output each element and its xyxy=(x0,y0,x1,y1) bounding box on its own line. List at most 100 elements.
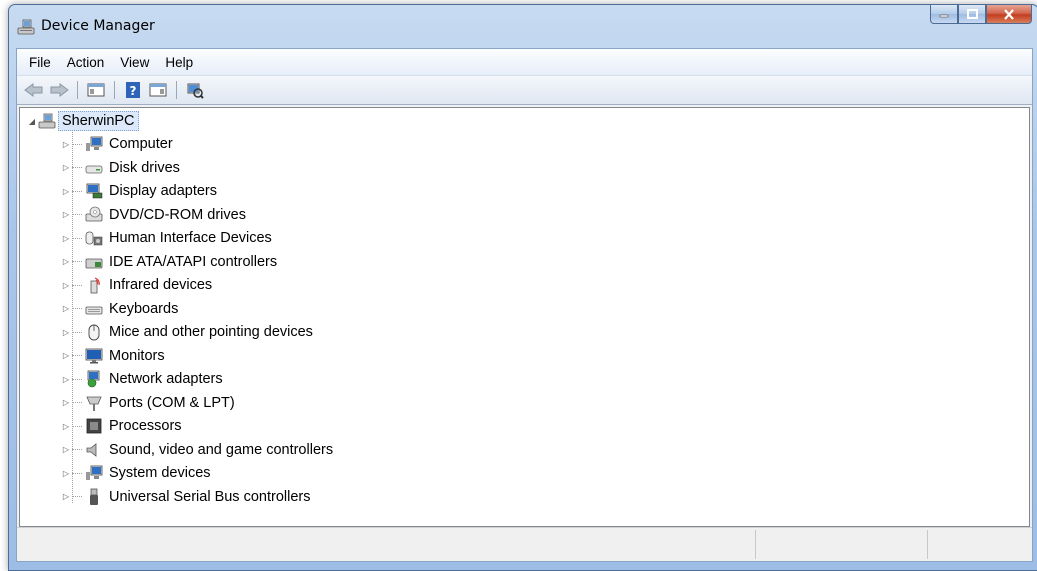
tree-item[interactable]: ▷ DVD/CD-ROM drives xyxy=(60,204,246,226)
back-button[interactable] xyxy=(23,79,45,101)
sound-icon xyxy=(86,442,97,457)
tree-item-label[interactable]: Processors xyxy=(109,418,182,434)
expand-arrow-icon[interactable]: ▷ xyxy=(60,326,72,338)
tree-connector xyxy=(72,355,82,356)
expand-arrow-icon[interactable]: ▷ xyxy=(60,232,72,244)
system-devices-icon xyxy=(86,465,103,480)
help-button[interactable]: ? xyxy=(122,79,144,101)
client-area: File Action View Help ? ◢ SherwinPC ▷ Co… xyxy=(16,48,1033,562)
status-pane xyxy=(755,530,756,559)
expand-arrow-icon[interactable]: ▷ xyxy=(60,162,72,174)
tree-item[interactable]: ▷ Human Interface Devices xyxy=(60,227,272,249)
tree-item-label[interactable]: Monitors xyxy=(109,348,165,364)
tree-item-label[interactable]: Universal Serial Bus controllers xyxy=(109,489,310,505)
tree-item-label[interactable]: Sound, video and game controllers xyxy=(109,442,333,458)
expand-arrow-icon[interactable]: ▷ xyxy=(60,467,72,479)
tree-item[interactable]: ▷ Computer xyxy=(60,133,173,155)
tree-item-label[interactable]: DVD/CD-ROM drives xyxy=(109,207,246,223)
tree-item-label[interactable]: System devices xyxy=(109,465,211,481)
tree-connector xyxy=(72,308,82,309)
dvd-drive-icon xyxy=(85,206,103,221)
tree-item[interactable]: ▷ Infrared devices xyxy=(60,274,212,296)
tree-item-label[interactable]: Keyboards xyxy=(109,301,178,317)
show-hide-console-tree-button[interactable] xyxy=(85,79,107,101)
tree-item-label[interactable]: Human Interface Devices xyxy=(109,230,272,246)
tree-item-label[interactable]: Mice and other pointing devices xyxy=(109,324,313,340)
tree-root-label[interactable]: SherwinPC xyxy=(58,111,139,131)
collapse-arrow-icon[interactable]: ◢ xyxy=(26,115,38,127)
caption-buttons xyxy=(930,5,1032,27)
expand-arrow-icon[interactable]: ▷ xyxy=(60,420,72,432)
tree-item-label[interactable]: Disk drives xyxy=(109,160,180,176)
tree-item-label[interactable]: IDE ATA/ATAPI controllers xyxy=(109,254,277,270)
title-bar[interactable]: Device Manager xyxy=(9,5,1037,49)
tree-connector xyxy=(72,472,82,474)
tree-item[interactable]: ▷ Processors xyxy=(60,415,182,437)
tree-item[interactable]: ▷ Mice and other pointing devices xyxy=(60,321,313,343)
computer-icon xyxy=(86,136,103,151)
tree-item[interactable]: ▷ Disk drives xyxy=(60,157,180,179)
tree-item[interactable]: ▷ System devices xyxy=(60,462,211,484)
forward-button[interactable] xyxy=(48,79,70,101)
tree-connector xyxy=(72,143,82,145)
expand-arrow-icon[interactable]: ▷ xyxy=(60,185,72,197)
minimize-icon xyxy=(939,14,949,18)
status-bar xyxy=(17,527,1032,561)
scan-hardware-button[interactable] xyxy=(184,79,206,101)
tree-item-label[interactable]: Ports (COM & LPT) xyxy=(109,395,235,411)
tree-connector xyxy=(72,237,82,239)
maximize-icon xyxy=(966,9,978,19)
tree-item-label[interactable]: Computer xyxy=(109,136,173,152)
tree-connector xyxy=(72,378,82,380)
tree-item-label[interactable]: Network adapters xyxy=(109,371,223,387)
expand-arrow-icon[interactable]: ▷ xyxy=(60,373,72,385)
tree-item[interactable]: ▷ Monitors xyxy=(60,345,165,367)
tree-connector xyxy=(72,449,82,450)
minimize-button[interactable] xyxy=(930,5,958,24)
maximize-button[interactable] xyxy=(958,5,986,24)
help-icon: ? xyxy=(126,82,140,98)
back-icon xyxy=(24,83,43,97)
monitor-icon xyxy=(85,348,103,363)
tree-item-label[interactable]: Display adapters xyxy=(109,183,217,199)
close-button[interactable] xyxy=(986,5,1032,24)
tree-item[interactable]: ▷ Universal Serial Bus controllers xyxy=(60,486,310,508)
status-pane xyxy=(927,530,928,559)
expand-arrow-icon[interactable]: ▷ xyxy=(60,279,72,291)
keyboard-icon xyxy=(85,306,103,314)
menu-view[interactable]: View xyxy=(112,55,157,70)
tree-item[interactable]: ▷ Sound, video and game controllers xyxy=(60,439,333,461)
tree-item[interactable]: ▷ Network adapters xyxy=(60,368,223,390)
menu-help[interactable]: Help xyxy=(157,55,201,70)
tree-root[interactable]: ◢ SherwinPC xyxy=(26,110,139,132)
mouse-icon xyxy=(88,324,100,341)
tree-connector xyxy=(72,261,82,262)
menu-file[interactable]: File xyxy=(21,55,59,70)
action-pane-button[interactable] xyxy=(147,79,169,101)
toolbar-separator xyxy=(114,81,115,99)
device-tree[interactable]: ◢ SherwinPC ▷ Computer ▷ Disk drives ▷ Displa… xyxy=(19,107,1030,527)
display-adapter-icon xyxy=(86,183,103,199)
expand-arrow-icon[interactable]: ▷ xyxy=(60,350,72,362)
tree-item[interactable]: ▷ Keyboards xyxy=(60,298,178,320)
tree-connector xyxy=(72,402,82,403)
menu-action[interactable]: Action xyxy=(59,55,113,70)
tree-item[interactable]: ▷ Ports (COM & LPT) xyxy=(60,392,235,414)
expand-arrow-icon[interactable]: ▷ xyxy=(60,138,72,150)
tree-connector xyxy=(72,190,82,192)
device-manager-window: Device Manager File Action View Help ? ◢… xyxy=(8,4,1037,571)
expand-arrow-icon[interactable]: ▷ xyxy=(60,256,72,268)
tree-connector xyxy=(72,167,82,168)
tree-connector xyxy=(72,496,82,497)
expand-arrow-icon[interactable]: ▷ xyxy=(60,397,72,409)
expand-arrow-icon[interactable]: ▷ xyxy=(60,303,72,315)
ide-controller-icon xyxy=(85,258,103,268)
expand-arrow-icon[interactable]: ▷ xyxy=(60,491,72,503)
tree-item[interactable]: ▷ Display adapters xyxy=(60,180,217,202)
tree-item-label[interactable]: Infrared devices xyxy=(109,277,212,293)
expand-arrow-icon[interactable]: ▷ xyxy=(60,444,72,456)
tree-item[interactable]: ▷ IDE ATA/ATAPI controllers xyxy=(60,251,277,273)
tree-connector xyxy=(72,425,82,427)
hid-icon xyxy=(85,231,103,246)
expand-arrow-icon[interactable]: ▷ xyxy=(60,209,72,221)
